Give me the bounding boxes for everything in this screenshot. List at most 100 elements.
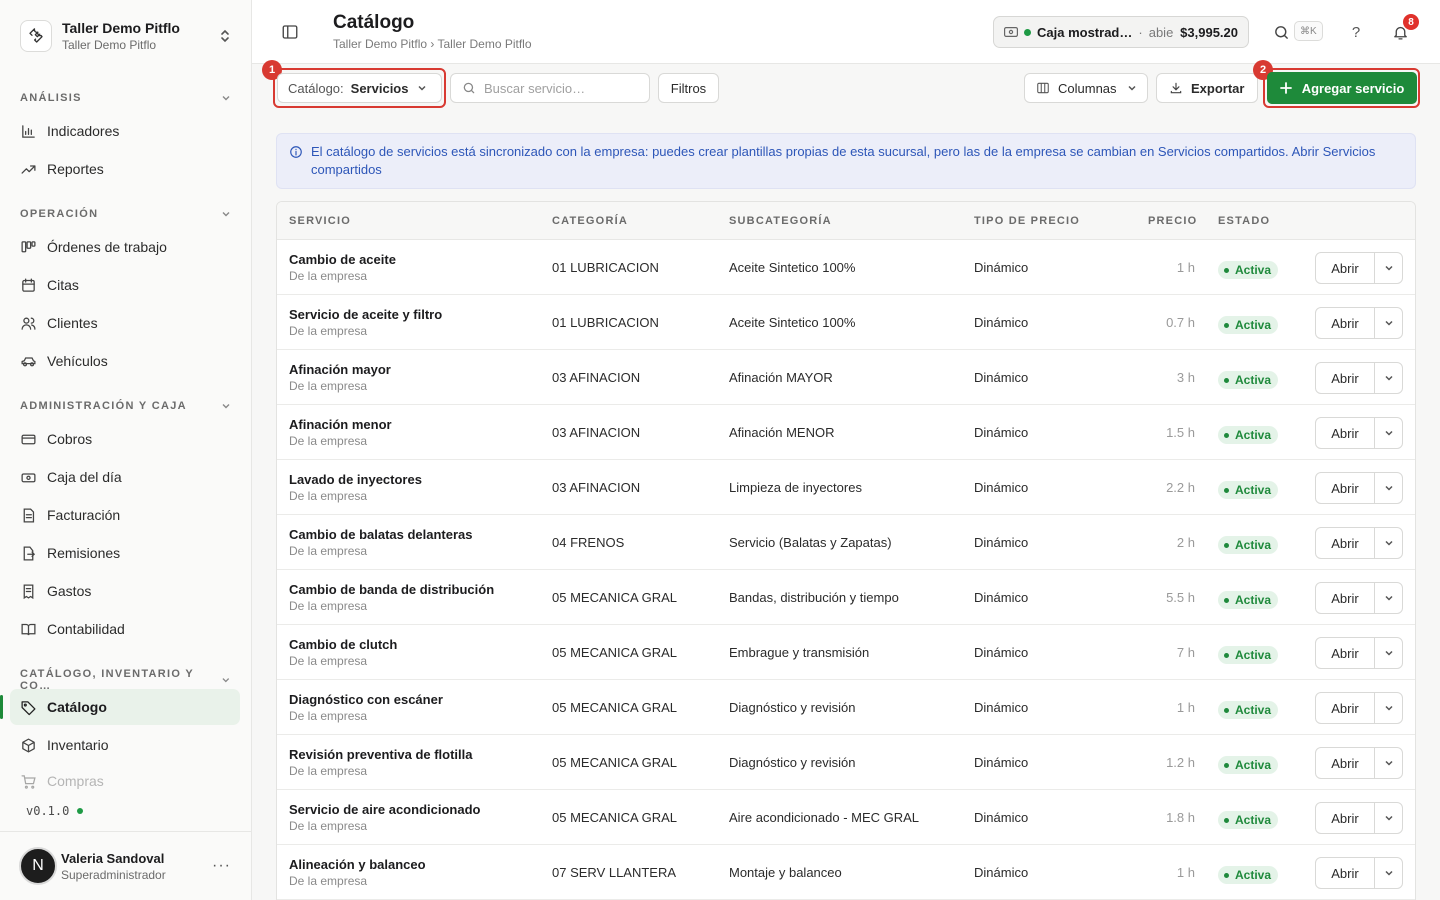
open-button[interactable]: Abrir	[1315, 637, 1375, 669]
row-actions-chevron-icon[interactable]	[1374, 252, 1403, 284]
table-row[interactable]: Afinación mayor De la empresa 03 AFINACION…	[277, 350, 1415, 405]
table-row[interactable]: Cambio de balatas delanteras De la empres…	[277, 515, 1415, 570]
cart-icon	[21, 774, 36, 789]
sidebar-item-compras[interactable]: Compras	[10, 765, 240, 797]
sidebar-item-ordenes[interactable]: Órdenes de trabajo	[10, 229, 240, 265]
export-label: Exportar	[1191, 80, 1245, 96]
sidebar-item-citas[interactable]: Citas	[10, 267, 240, 303]
sidebar-item-gastos[interactable]: Gastos	[10, 573, 240, 609]
row-actions-chevron-icon[interactable]	[1374, 747, 1403, 779]
search-field[interactable]	[450, 73, 650, 103]
table-row[interactable]: Cambio de clutch De la empresa 05 MECANICA…	[277, 625, 1415, 680]
sidebar-item-label: Cobros	[47, 431, 93, 447]
open-button[interactable]: Abrir	[1315, 362, 1375, 394]
open-button[interactable]: Abrir	[1315, 747, 1375, 779]
search-input[interactable]	[484, 80, 634, 96]
columns-button[interactable]: Columnas	[1024, 73, 1148, 103]
open-button[interactable]: Abrir	[1315, 802, 1375, 834]
row-actions-chevron-icon[interactable]	[1374, 692, 1403, 724]
catalog-type-select[interactable]: Catálogo: Servicios	[277, 73, 442, 103]
more-options-icon[interactable]: ···	[212, 857, 231, 875]
sidebar-item-clientes[interactable]: Clientes	[10, 305, 240, 341]
status-dot	[1224, 652, 1229, 658]
row-actions-chevron-icon[interactable]	[1374, 417, 1403, 449]
service-price: 0.7 h	[1166, 315, 1195, 330]
sidebar-item-cobros[interactable]: Cobros	[10, 421, 240, 457]
column-header-tipo-precio[interactable]: TIPO DE PRECIO	[974, 215, 1080, 227]
help-icon[interactable]: ?	[1346, 22, 1366, 42]
shortcut-hint: ⌘K	[1294, 21, 1323, 41]
column-header-categoria[interactable]: CATEGORÍA	[552, 215, 628, 227]
row-actions-chevron-icon[interactable]	[1374, 307, 1403, 339]
table-row[interactable]: Cambio de banda de distribución De la emp…	[277, 570, 1415, 625]
open-button[interactable]: Abrir	[1315, 692, 1375, 724]
workspace-switcher[interactable]: Taller Demo Pitflo Taller Demo Pitflo	[12, 16, 239, 56]
status-label: Activa	[1235, 593, 1272, 607]
row-actions-chevron-icon[interactable]	[1374, 472, 1403, 504]
sidebar-item-inventario[interactable]: Inventario	[10, 727, 240, 763]
sidebar-item-reportes[interactable]: Reportes	[10, 151, 240, 187]
column-header-servicio[interactable]: SERVICIO	[289, 215, 351, 227]
search-icon[interactable]	[1271, 22, 1291, 42]
sidebar-item-remisiones[interactable]: Remisiones	[10, 535, 240, 571]
bar-chart-icon	[22, 124, 35, 138]
file-text-icon	[23, 507, 35, 523]
sync-info-banner: El catálogo de servicios está sincroniza…	[276, 133, 1416, 189]
open-button[interactable]: Abrir	[1315, 527, 1375, 559]
table-row[interactable]: Revisión preventiva de flotilla De la emp…	[277, 735, 1415, 790]
sidebar-item-contabilidad[interactable]: Contabilidad	[10, 611, 240, 647]
main-content: Catálogo Taller Demo Pitflo › Taller Dem…	[252, 0, 1440, 900]
table-row[interactable]: Servicio de aceite y filtro De la empresa…	[277, 295, 1415, 350]
sidebar-toggle-icon[interactable]	[281, 23, 299, 41]
table-row[interactable]: Lavado de inyectores De la empresa 03 AFIN…	[277, 460, 1415, 515]
status-label: Activa	[1235, 538, 1272, 552]
table-row[interactable]: Afinación menor De la empresa 03 AFINACION…	[277, 405, 1415, 460]
service-source: De la empresa	[289, 324, 368, 338]
status-dot	[1224, 487, 1229, 493]
open-button[interactable]: Abrir	[1315, 472, 1375, 504]
receipt-icon	[23, 583, 34, 599]
service-price: 1 h	[1176, 260, 1195, 275]
service-source: De la empresa	[289, 379, 368, 393]
section-admin[interactable]: ADMINISTRACIÓN Y CAJA	[20, 400, 231, 412]
service-price-type: Dinámico	[974, 700, 1029, 715]
cash-register-status[interactable]: Caja mostrad… · abie $3,995.20	[993, 16, 1249, 48]
row-actions-chevron-icon[interactable]	[1374, 857, 1403, 889]
table-row[interactable]: Diagnóstico con escáner De la empresa 05 M…	[277, 680, 1415, 735]
open-button[interactable]: Abrir	[1315, 582, 1375, 614]
service-source: De la empresa	[289, 489, 368, 503]
service-subcategory: Embrague y transmisión	[729, 645, 870, 660]
row-actions-chevron-icon[interactable]	[1374, 582, 1403, 614]
column-header-precio[interactable]: PRECIO	[1148, 215, 1197, 227]
column-header-estado[interactable]: ESTADO	[1218, 215, 1270, 227]
service-category: 03 AFINACION	[552, 370, 641, 385]
sidebar-item-vehiculos[interactable]: Vehículos	[10, 343, 240, 379]
add-service-button[interactable]: Agregar servicio	[1267, 72, 1417, 104]
status-badge: Activa	[1218, 426, 1279, 444]
open-button[interactable]: Abrir	[1315, 307, 1375, 339]
sidebar-item-indicadores[interactable]: Indicadores	[10, 113, 240, 149]
table-row[interactable]: Alineación y balanceo De la empresa 07 SER…	[277, 845, 1415, 900]
section-operacion[interactable]: OPERACIÓN	[20, 208, 231, 220]
service-name: Servicio de aceite y filtro	[289, 307, 443, 322]
section-analisis[interactable]: ANÁLISIS	[20, 92, 231, 104]
sidebar-item-catalogo[interactable]: Catálogo	[0, 689, 240, 725]
sidebar-item-caja[interactable]: Caja del día	[10, 459, 240, 495]
cash-name: Caja mostrad…	[1037, 24, 1133, 40]
row-actions-chevron-icon[interactable]	[1374, 802, 1403, 834]
user-menu[interactable]: N Valeria Sandoval Superadministrador ··…	[0, 831, 251, 900]
column-header-subcategoria[interactable]: SUBCATEGORÍA	[729, 215, 832, 227]
row-actions-chevron-icon[interactable]	[1374, 362, 1403, 394]
open-button[interactable]: Abrir	[1315, 857, 1375, 889]
sidebar-item-facturacion[interactable]: Facturación	[10, 497, 240, 533]
row-actions-chevron-icon[interactable]	[1374, 637, 1403, 669]
users-icon	[21, 317, 36, 330]
export-button[interactable]: Exportar	[1156, 73, 1258, 103]
open-button[interactable]: Abrir	[1315, 417, 1375, 449]
table-row[interactable]: Servicio de aire acondicionado De la empr…	[277, 790, 1415, 845]
filters-button[interactable]: Filtros	[658, 73, 719, 103]
table-row[interactable]: Cambio de aceite De la empresa 01 LUBRICAC…	[277, 240, 1415, 295]
chevron-up-down-icon	[215, 26, 235, 46]
open-button[interactable]: Abrir	[1315, 252, 1375, 284]
row-actions-chevron-icon[interactable]	[1374, 527, 1403, 559]
